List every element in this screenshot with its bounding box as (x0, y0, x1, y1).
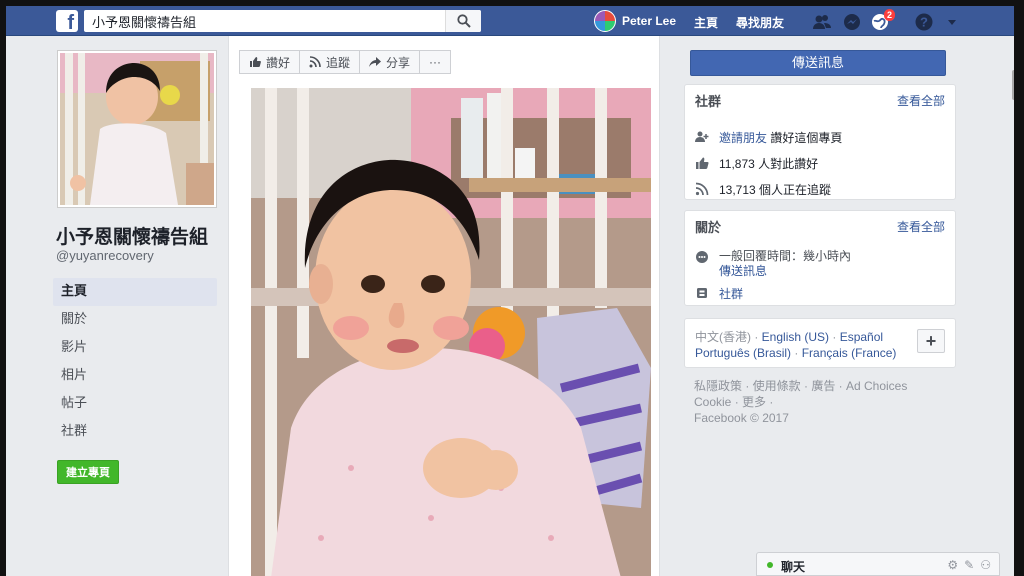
thumbs-up-icon (696, 157, 709, 169)
share-button-label: 分享 (386, 55, 411, 70)
more-options-button[interactable]: ··· (419, 50, 452, 74)
language-card: 中文(香港) · English (US) · Español Portuguê… (684, 318, 956, 368)
user-avatar (594, 10, 616, 32)
language-list: 中文(香港) · English (US) · Español Portuguê… (695, 329, 905, 361)
invite-friends-row: 邀請朋友 讚好這個專頁 (695, 129, 842, 146)
language-espanol-link[interactable]: Español (840, 330, 883, 344)
center-column: 讚好 追蹤 分享 ··· (228, 36, 660, 576)
language-portugues-link[interactable]: Português (Brasil) (695, 346, 791, 360)
like-button[interactable]: 讚好 (239, 50, 301, 74)
left-navigation: 主頁 關於 影片 相片 帖子 社群 (53, 278, 217, 446)
notification-badge: 2 (883, 9, 895, 21)
left-nav-item-about[interactable]: 關於 (53, 306, 217, 334)
add-language-button[interactable]: + (917, 329, 945, 353)
facebook-logo[interactable]: f (56, 10, 78, 32)
chat-bubble-icon (696, 251, 708, 263)
send-message-button[interactable]: 傳送訊息 (690, 50, 946, 76)
response-time-row: 一般回覆時間：幾小時內 傳送訊息 (695, 249, 851, 279)
likes-row: 11,873 人對此讚好 (695, 155, 818, 172)
invite-friends-link[interactable]: 邀請朋友 (719, 131, 767, 145)
about-see-all-link[interactable]: 查看全部 (897, 218, 945, 235)
left-nav-item-posts[interactable]: 帖子 (53, 390, 217, 418)
invite-friends-text: 讚好這個專頁 (770, 131, 843, 145)
response-time-text: 一般回覆時間：幾小時內 (719, 249, 852, 263)
gear-icon[interactable]: ⚙ (947, 558, 958, 572)
footer-copyright: Facebook © 2017 (694, 411, 789, 425)
friends-icon[interactable] (812, 12, 832, 32)
more-options-label: ··· (429, 55, 442, 69)
screen-edge-right (1014, 0, 1024, 576)
share-button[interactable]: 分享 (359, 50, 421, 74)
followers-row: 13,713 個人正在追蹤 (695, 181, 831, 198)
page-handle[interactable]: @yuyanrecovery (56, 248, 154, 263)
followers-text: 個人正在追蹤 (759, 183, 832, 197)
user-name: Peter Lee (622, 14, 677, 28)
chat-tools: ⚙ ✎ ⚇ (947, 558, 991, 572)
search-box (84, 10, 481, 32)
language-separator: · (829, 330, 840, 344)
search-button[interactable] (445, 10, 481, 32)
likes-text: 人對此讚好 (758, 157, 819, 171)
thumbs-up-icon (250, 57, 261, 67)
chat-label: 聊天 (781, 560, 806, 574)
about-send-message-link[interactable]: 傳送訊息 (719, 264, 767, 278)
about-community-row: 社群 (695, 285, 743, 302)
profile-picture[interactable] (57, 50, 217, 208)
chat-bar[interactable]: 聊天 ⚙ ✎ ⚇ (756, 552, 1000, 576)
help-icon[interactable]: ? (914, 12, 934, 32)
community-icon (697, 288, 707, 298)
svg-text:?: ? (920, 15, 928, 30)
about-community-link[interactable]: 社群 (719, 285, 743, 302)
online-status-dot (767, 562, 773, 568)
page-action-bar: 讚好 追蹤 分享 ··· (239, 50, 452, 74)
community-see-all-link[interactable]: 查看全部 (897, 92, 945, 109)
language-separator: · (751, 330, 762, 344)
caret-down-icon[interactable] (942, 12, 962, 32)
community-card-title: 社群 (695, 94, 722, 109)
search-icon (457, 14, 471, 28)
followers-count: 13,713 (719, 183, 756, 197)
left-nav-item-home[interactable]: 主頁 (53, 278, 217, 306)
share-arrow-icon (369, 57, 382, 67)
screen-edge-top (0, 0, 1024, 6)
rss-follow-icon (309, 56, 321, 68)
language-separator: · (791, 346, 802, 360)
language-current: 中文(香港) (695, 330, 751, 344)
community-card: 社群 查看全部 邀請朋友 讚好這個專頁 11,873 人對此讚好 13,713 … (684, 84, 956, 200)
left-nav-item-photos[interactable]: 相片 (53, 362, 217, 390)
footer-line-policies[interactable]: 私隱政策 · 使用條款 · 廣告 · Ad Choices (694, 378, 944, 394)
left-nav-item-community[interactable]: 社群 (53, 418, 217, 446)
likes-count: 11,873 (719, 157, 755, 171)
nav-home-link[interactable]: 主頁 (694, 14, 718, 31)
follow-button[interactable]: 追蹤 (299, 50, 361, 74)
about-card-title: 關於 (695, 220, 722, 235)
footer-links: 私隱政策 · 使用條款 · 廣告 · Ad Choices Cookie · 更… (694, 378, 944, 426)
create-page-button[interactable]: 建立專頁 (57, 460, 119, 484)
messenger-icon[interactable] (842, 12, 862, 32)
language-francais-link[interactable]: Français (France) (802, 346, 897, 360)
follow-button-label: 追蹤 (326, 55, 351, 70)
search-input[interactable] (84, 10, 444, 32)
nav-find-friends-link[interactable]: 尋找朋友 (736, 14, 784, 31)
screen: f Peter Lee 主頁 尋找朋友 2 ? (0, 0, 1024, 576)
language-english-link[interactable]: English (US) (762, 330, 829, 344)
compose-icon[interactable]: ✎ (964, 558, 974, 572)
screen-edge-left (0, 0, 6, 576)
invite-friends-icon (695, 131, 709, 142)
group-add-icon[interactable]: ⚇ (980, 558, 991, 572)
page-title: 小予恩關懷禱告組 (56, 227, 209, 248)
rss-follow-icon (695, 182, 709, 196)
about-card: 關於 查看全部 一般回覆時間：幾小時內 傳送訊息 社群 (684, 210, 956, 306)
cover-photo[interactable] (251, 88, 651, 576)
globe-icon[interactable]: 2 (870, 9, 895, 32)
top-navigation-bar: f Peter Lee 主頁 尋找朋友 2 ? (6, 6, 1014, 36)
like-button-label: 讚好 (266, 55, 291, 70)
footer-line-cookie[interactable]: Cookie · 更多 · (694, 394, 944, 410)
left-nav-item-videos[interactable]: 影片 (53, 334, 217, 362)
nav-user-profile[interactable]: Peter Lee (594, 10, 676, 32)
